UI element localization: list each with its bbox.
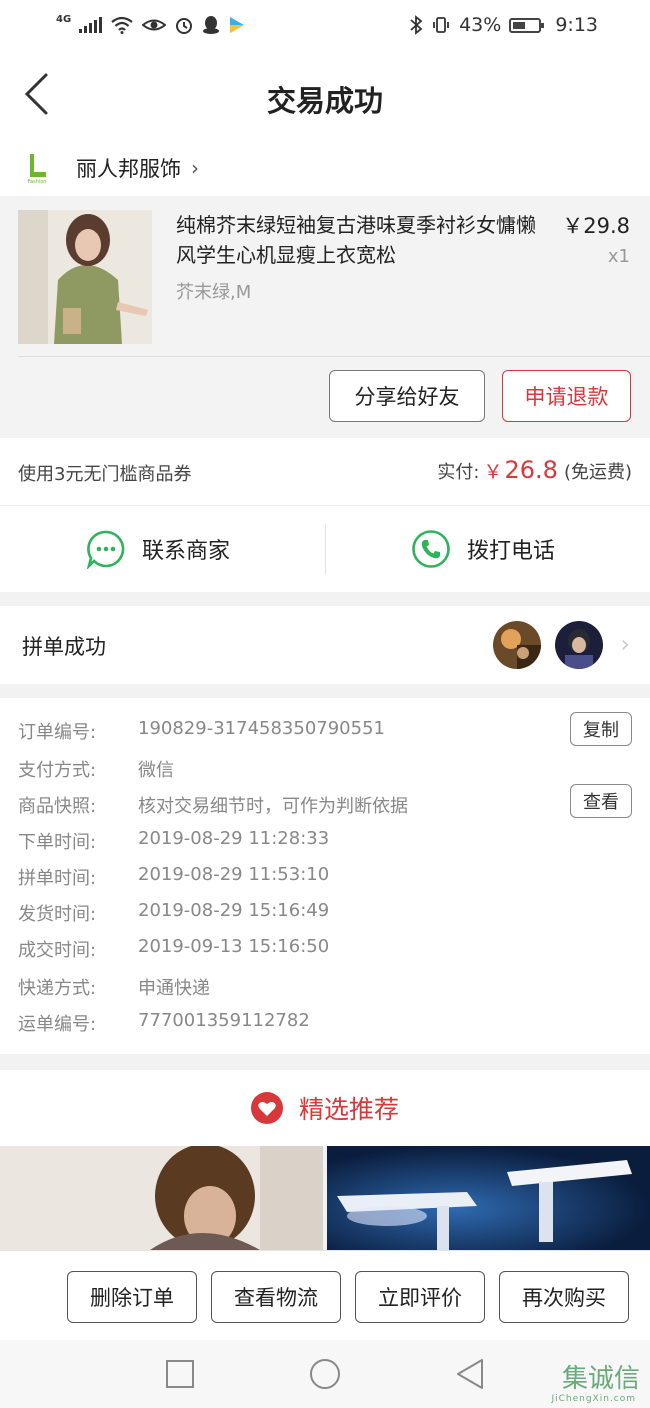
tracking-number: 777001359112782	[138, 1010, 310, 1031]
info-row: 运单编号: 777001359112782	[18, 1010, 310, 1036]
info-key: 成交时间:	[18, 940, 97, 961]
share-button[interactable]: 分享给好友	[329, 370, 485, 422]
battery-percent: 43%	[459, 14, 502, 36]
chevron-right-icon: ›	[191, 156, 199, 180]
status-bar: 4G 43% 9:13	[0, 0, 650, 50]
avatar	[493, 621, 541, 669]
currency-symbol: ￥	[483, 461, 503, 483]
bluetooth-icon	[410, 15, 423, 35]
heart-icon	[250, 1092, 283, 1124]
info-row: 商品快照: 核对交易细节时，可作为判断依据	[18, 792, 408, 818]
network-type: 4G	[56, 13, 72, 25]
play-store-icon	[230, 17, 245, 33]
nav-header: 交易成功	[0, 50, 650, 140]
group-time: 2019-08-29 11:53:10	[138, 864, 330, 885]
bottom-action-bar: 删除订单 查看物流 立即评价 再次购买	[0, 1250, 650, 1340]
payment-method: 微信	[138, 760, 174, 781]
watermark: 集诚信 JiChengXin.com	[551, 1358, 640, 1404]
call-phone-button[interactable]: 拨打电话	[411, 506, 555, 592]
courier: 申通快递	[138, 978, 210, 999]
info-row: 订单编号: 190829-317458350790551	[18, 718, 385, 744]
contact-merchant-button[interactable]: 联系商家	[86, 506, 230, 592]
order-info: 订单编号: 190829-317458350790551 复制 支付方式: 微信 商…	[0, 698, 650, 1054]
info-key: 支付方式:	[18, 760, 97, 781]
order-time: 2019-08-29 11:28:33	[138, 828, 330, 849]
info-key: 下单时间:	[18, 832, 97, 853]
info-key: 发货时间:	[18, 904, 97, 925]
payment-row: 使用3元无门槛商品券 实付: ￥ 26.8 (免运费)	[0, 438, 650, 506]
page-title: 交易成功	[266, 84, 383, 118]
product-card: 纯棉芥末绿短袖复古港味夏季衬衫女慵懒风学生心机显瘦上衣宽松 芥末绿,M ￥29.…	[0, 196, 650, 438]
order-number: 190829-317458350790551	[138, 718, 385, 739]
svg-text:Fashion: Fashion	[28, 179, 47, 185]
view-snapshot-button[interactable]: 查看	[570, 784, 632, 818]
clock: 9:13	[555, 14, 598, 36]
recommend-item-image[interactable]	[0, 1146, 323, 1250]
product-quantity: x1	[607, 246, 630, 267]
paid-label: 实付:	[437, 462, 480, 483]
order-detail-page: 4G 43% 9:13 交易成功 Fashion 丽人邦服饰 › 纯棉芥末绿短袖…	[0, 0, 650, 1408]
battery-icon	[509, 17, 545, 33]
coupon-text: 使用3元无门槛商品券	[18, 464, 192, 485]
snapshot-text: 核对交易细节时，可作为判断依据	[138, 796, 408, 817]
info-row: 支付方式: 微信	[18, 756, 174, 782]
system-nav-bar: 集诚信 JiChengXin.com	[0, 1340, 650, 1408]
group-buy-row[interactable]: 拼单成功 ›	[0, 606, 650, 684]
rebuy-button[interactable]: 再次购买	[499, 1271, 629, 1323]
recent-apps-icon[interactable]	[162, 1356, 198, 1392]
recommend-item-image[interactable]	[327, 1146, 650, 1250]
group-status: 拼单成功	[22, 635, 106, 659]
contact-row: 联系商家 拨打电话	[0, 506, 650, 592]
contact-merchant-label: 联系商家	[142, 539, 231, 564]
info-row: 下单时间: 2019-08-29 11:28:33	[18, 828, 329, 854]
product-image[interactable]	[18, 210, 152, 344]
qq-icon	[203, 16, 220, 34]
info-key: 运单编号:	[18, 1014, 97, 1035]
recommend-title: 精选推荐	[298, 1095, 399, 1124]
info-key: 订单编号:	[18, 722, 97, 743]
watermark-sub: JiChengXin.com	[551, 1394, 636, 1404]
shop-row[interactable]: Fashion 丽人邦服饰 ›	[0, 140, 650, 196]
watermark-text: 集诚信	[561, 1364, 640, 1394]
deal-time: 2019-09-13 15:16:50	[138, 936, 330, 957]
info-row: 成交时间: 2019-09-13 15:16:50	[18, 936, 329, 962]
wifi-icon	[111, 16, 133, 34]
chevron-right-icon: ›	[620, 630, 630, 658]
divider	[18, 356, 650, 357]
delete-order-button[interactable]: 删除订单	[67, 1271, 197, 1323]
info-key: 快递方式:	[18, 978, 97, 999]
divider	[325, 524, 326, 574]
info-row: 快递方式: 申通快递	[18, 974, 210, 1000]
avatar	[555, 621, 603, 669]
shop-name: 丽人邦服饰	[76, 157, 181, 181]
shop-logo-icon: Fashion	[24, 150, 50, 186]
signal-icon	[79, 17, 103, 33]
view-logistics-button[interactable]: 查看物流	[211, 1271, 341, 1323]
status-right: 43% 9:13	[409, 14, 598, 36]
call-phone-label: 拨打电话	[467, 539, 556, 564]
copy-button[interactable]: 复制	[570, 712, 632, 746]
chat-icon	[86, 530, 125, 569]
info-row: 拼单时间: 2019-08-29 11:53:10	[18, 864, 329, 890]
product-price: ￥29.8	[562, 214, 630, 238]
info-key: 商品快照:	[18, 796, 97, 817]
eye-icon	[142, 19, 167, 31]
alarm-icon	[176, 18, 193, 34]
phone-icon	[412, 530, 450, 568]
info-row: 发货时间: 2019-08-29 15:16:49	[18, 900, 329, 926]
paid-value: 26.8	[504, 456, 558, 484]
recommend-header: 精选推荐	[0, 1070, 650, 1146]
status-left: 4G	[56, 13, 246, 35]
review-button[interactable]: 立即评价	[355, 1271, 485, 1323]
ship-time: 2019-08-29 15:16:49	[138, 900, 330, 921]
product-name[interactable]: 纯棉芥末绿短袖复古港味夏季衬衫女慵懒风学生心机显瘦上衣宽松	[176, 210, 551, 270]
paid-amount: 实付: ￥ 26.8 (免运费)	[437, 456, 632, 484]
home-icon[interactable]	[307, 1356, 343, 1392]
refund-button[interactable]: 申请退款	[502, 370, 631, 422]
info-key: 拼单时间:	[18, 868, 97, 889]
vibrate-icon	[433, 17, 449, 33]
back-triangle-icon[interactable]	[452, 1356, 488, 1392]
product-spec: 芥末绿,M	[176, 282, 252, 303]
shipping-note: (免运费)	[563, 462, 632, 483]
